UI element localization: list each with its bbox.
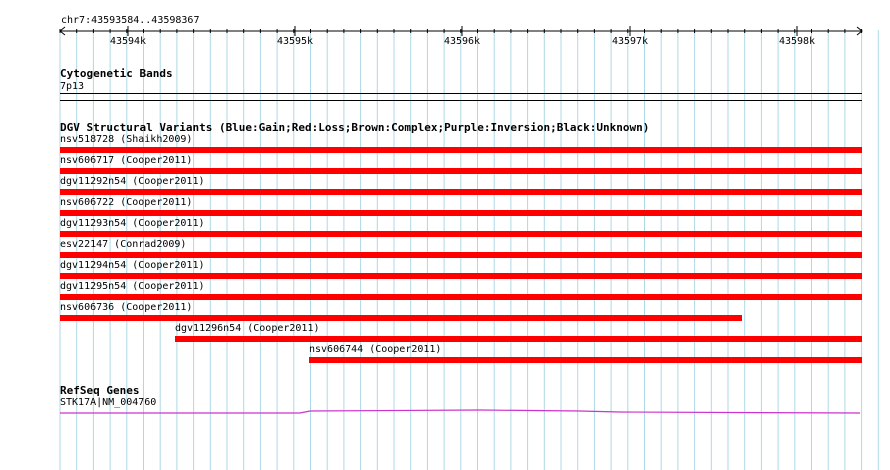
variant-label[interactable]: nsv606722 (Cooper2011) xyxy=(60,197,192,209)
refseq-track-title: RefSeq Genes xyxy=(60,384,140,397)
ruler-tick-label: 43597k xyxy=(611,36,649,47)
variant-label[interactable]: nsv606736 (Cooper2011) xyxy=(60,302,192,314)
variant-bar[interactable] xyxy=(175,336,862,342)
variant-bar[interactable] xyxy=(60,189,862,195)
variant-bar[interactable] xyxy=(60,273,862,279)
variant-bar[interactable] xyxy=(60,315,742,321)
variant-label[interactable]: dgv11292n54 (Cooper2011) xyxy=(60,176,205,188)
ruler-tick-label: 43596k xyxy=(443,36,481,47)
variant-bar[interactable] xyxy=(60,168,862,174)
variant-label[interactable]: dgv11293n54 (Cooper2011) xyxy=(60,218,205,230)
variant-label[interactable]: nsv606744 (Cooper2011) xyxy=(309,344,441,356)
variant-label[interactable]: dgv11294n54 (Cooper2011) xyxy=(60,260,205,272)
cytoband-label: 7p13 xyxy=(60,81,85,92)
variant-bar[interactable] xyxy=(60,231,862,237)
variant-label[interactable]: esv22147 (Conrad2009) xyxy=(60,239,186,251)
ruler-tick-label: 43598k xyxy=(778,36,816,47)
variant-label[interactable]: dgv11296n54 (Cooper2011) xyxy=(175,323,320,335)
variant-bar[interactable] xyxy=(60,210,862,216)
ruler-tick-label: 43595k xyxy=(276,36,314,47)
coordinate-label: chr7:43593584..43598367 xyxy=(61,15,200,26)
variant-bar[interactable] xyxy=(60,252,862,258)
variant-label[interactable]: nsv606717 (Cooper2011) xyxy=(60,155,192,167)
variant-bar[interactable] xyxy=(60,147,862,153)
variant-label[interactable]: dgv11295n54 (Cooper2011) xyxy=(60,281,205,293)
variant-bar[interactable] xyxy=(309,357,862,363)
gene-model-line[interactable] xyxy=(60,409,861,414)
variant-label[interactable]: nsv518728 (Shaikh2009) xyxy=(60,134,192,146)
refseq-gene-track xyxy=(60,409,861,414)
variant-bar[interactable] xyxy=(60,294,862,300)
ruler-tick-label: 43594k xyxy=(109,36,147,47)
cytoband-line-top xyxy=(60,93,862,94)
dgv-track-title: DGV Structural Variants (Blue:Gain;Red:L… xyxy=(60,121,650,134)
cytoband-line-bottom xyxy=(60,100,862,101)
cytoband-track-title: Cytogenetic Bands xyxy=(60,67,173,80)
